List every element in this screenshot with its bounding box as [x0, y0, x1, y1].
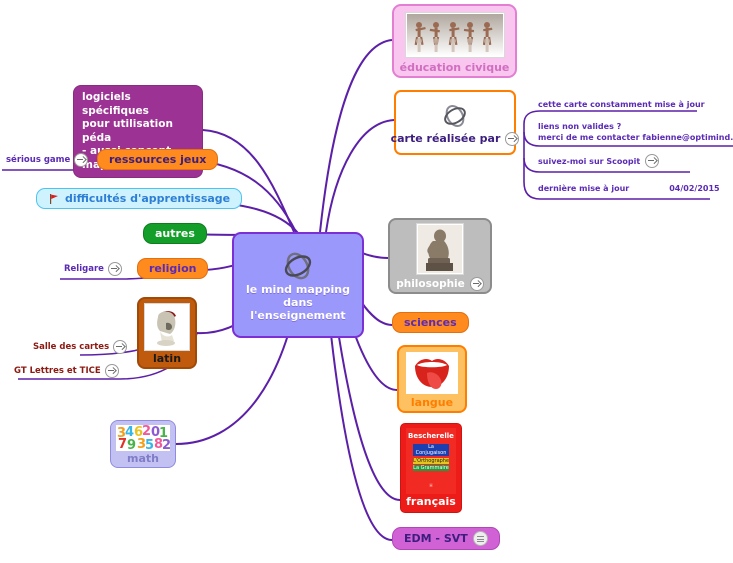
link-salle-des-cartes[interactable]: Salle des cartes: [33, 340, 128, 354]
link-label-gt-lettres-et-tice: GT Lettres et TICE: [14, 366, 101, 376]
book-line-1: La Conjugaison: [413, 444, 449, 456]
link-label-serious-game: sérious game: [6, 155, 71, 165]
link-label-scoopit: suivez-moi sur Scoopit: [538, 156, 641, 166]
node-label-math: math: [127, 451, 159, 465]
link-label-religare: Religare: [64, 264, 104, 274]
arrow-link-icon[interactable]: [645, 154, 660, 168]
arrow-link-icon[interactable]: [74, 153, 89, 167]
node-latin[interactable]: latin: [137, 297, 197, 369]
node-carte-realisee-par[interactable]: carte réalisée par: [391, 90, 520, 155]
node-edm-svt[interactable]: EDM - SVT: [392, 527, 500, 550]
link-label-salle-des-cartes: Salle des cartes: [33, 342, 110, 352]
node-label-sciences: sciences: [404, 316, 457, 329]
edm-text: EDM - SVT: [404, 532, 468, 545]
note-maj-label: dernière mise à jour: [538, 184, 630, 193]
node-ressources-jeux[interactable]: ressources jeux: [97, 149, 219, 170]
roman-helmet-image: [144, 303, 190, 351]
bescherelle-book-image: Bescherelle La Conjugaison L'Orthographe…: [406, 428, 456, 494]
tongue-mouth-image: [406, 351, 458, 394]
arrow-link-icon[interactable]: [107, 262, 122, 276]
node-label-francais: français: [406, 495, 456, 508]
orbit-icon: [444, 104, 466, 127]
node-math[interactable]: 3 4 6 2 0 1 7 9 3 5 8 2 math: [110, 420, 176, 468]
difficultes-text: difficultés d'apprentissage: [65, 192, 231, 205]
node-autres[interactable]: autres: [143, 223, 207, 244]
node-label-education-civique: éducation civique: [399, 60, 510, 74]
node-label-religion: religion: [149, 262, 197, 275]
node-difficultes-apprentissage[interactable]: difficultés d'apprentissage: [36, 188, 243, 209]
book-line-2: L'Orthographe: [413, 457, 450, 464]
book-line-3: La Grammaire: [413, 465, 449, 471]
note-maj-date: 04/02/2015: [669, 184, 720, 193]
note-list-icon[interactable]: [472, 531, 488, 546]
red-flag-icon: [50, 193, 58, 204]
svg-text:9: 9: [127, 438, 136, 451]
people-crowd-image: [404, 11, 505, 58]
arrow-link-icon[interactable]: [469, 277, 484, 291]
arrow-link-icon[interactable]: [505, 131, 520, 146]
link-gt-lettres-et-tice[interactable]: GT Lettres et TICE: [14, 364, 119, 378]
node-label-autres: autres: [155, 227, 195, 240]
node-label-ressources-jeux: ressources jeux: [109, 153, 207, 166]
arrow-link-icon[interactable]: [104, 364, 119, 378]
node-label-philosophie: philosophie: [396, 277, 484, 291]
note-liens-non-valides: liens non valides ? merci de me contacte…: [538, 121, 733, 143]
colored-numbers-image: 3 4 6 2 0 1 7 9 3 5 8 2: [116, 424, 170, 451]
svg-text:2: 2: [162, 438, 170, 451]
link-suivez-moi-scoopit[interactable]: suivez-moi sur Scoopit: [538, 154, 660, 168]
note-liens-line-1: liens non valides ?: [538, 122, 622, 131]
mindmap-canvas: le mind mapping dans l'enseignement éduc…: [0, 0, 733, 563]
node-langue[interactable]: langue: [397, 345, 467, 413]
node-label-langue: langue: [410, 395, 454, 409]
book-title: Bescherelle: [408, 432, 454, 440]
link-serious-game[interactable]: sérious game: [6, 153, 89, 167]
node-label-latin: latin: [152, 352, 182, 365]
arrow-link-icon[interactable]: [113, 340, 128, 354]
carte-text: carte réalisée par: [390, 132, 501, 145]
node-label-edm-svt: EDM - SVT: [404, 531, 488, 546]
thinker-statue-image: [416, 223, 464, 275]
book-publisher-mark: H: [429, 483, 433, 488]
node-sciences[interactable]: sciences: [392, 312, 469, 333]
node-religion[interactable]: religion: [137, 258, 209, 279]
node-education-civique[interactable]: éducation civique: [392, 4, 517, 78]
link-religare[interactable]: Religare: [64, 262, 122, 276]
note-derniere-mise-a-jour: dernière mise à jour 04/02/2015: [538, 183, 720, 194]
note-liens-line-2: merci de me contacter fabienne@optimind.…: [538, 133, 733, 142]
central-topic-node[interactable]: le mind mapping dans l'enseignement: [232, 232, 364, 338]
note-carte-mise-a-jour: cette carte constamment mise à jour: [538, 100, 705, 109]
central-topic-label: le mind mapping dans l'enseignement: [246, 282, 350, 322]
philosophie-text: philosophie: [396, 278, 465, 290]
svg-text:5: 5: [145, 438, 154, 451]
svg-text:7: 7: [118, 437, 127, 451]
node-francais[interactable]: Bescherelle La Conjugaison L'Orthographe…: [400, 423, 462, 513]
node-label-carte-realisee-par: carte réalisée par: [390, 131, 520, 146]
node-philosophie[interactable]: philosophie: [388, 218, 492, 294]
orbit-icon: [284, 252, 312, 279]
node-label-difficultes-apprentissage: difficultés d'apprentissage: [48, 192, 230, 205]
